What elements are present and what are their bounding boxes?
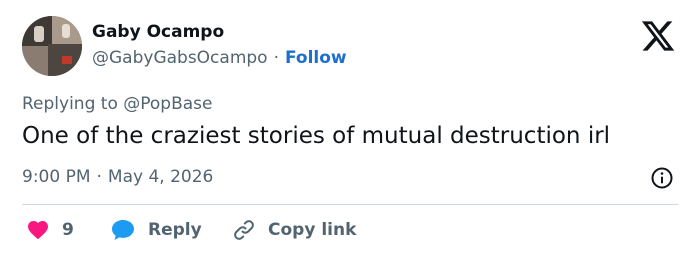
replying-to-line: Replying to @PopBase	[22, 94, 212, 114]
author-name[interactable]: Gaby Ocampo	[92, 22, 224, 42]
avatar-photo-tile	[34, 26, 44, 42]
x-logo-icon[interactable]	[640, 18, 676, 54]
copy-link-label: Copy link	[268, 220, 357, 240]
avatar[interactable]	[22, 16, 82, 76]
info-icon[interactable]	[650, 166, 674, 190]
separator-dot: ·	[96, 167, 102, 187]
reply-label: Reply	[148, 220, 202, 240]
avatar-photo-tile	[62, 56, 72, 64]
separator-dot: ·	[273, 48, 279, 68]
tweet-date: May 4, 2026	[107, 167, 214, 187]
like-count: 9	[62, 220, 74, 240]
tweet-time: 9:00 PM	[22, 167, 91, 187]
timestamp[interactable]: 9:00 PM · May 4, 2026	[22, 167, 213, 187]
tweet-text: One of the craziest stories of mutual de…	[22, 123, 611, 149]
action-bar: 9 Reply Copy link	[22, 214, 678, 246]
speech-bubble-icon	[112, 220, 134, 240]
author-handle-row: @GabyGabsOcampo · Follow	[92, 48, 347, 68]
heart-icon	[28, 221, 48, 240]
author-handle[interactable]: @GabyGabsOcampo	[92, 48, 268, 68]
replying-to-handle[interactable]: @PopBase	[123, 94, 212, 114]
copy-link-button[interactable]: Copy link	[232, 214, 356, 246]
tweet-embed-card: Gaby Ocampo @GabyGabsOcampo · Follow Reply…	[0, 0, 700, 256]
avatar-photo-tile	[22, 46, 48, 76]
like-button[interactable]: 9	[26, 214, 74, 246]
follow-button[interactable]: Follow	[285, 48, 347, 68]
avatar-photo-tile	[62, 24, 70, 38]
reply-button[interactable]: Reply	[110, 214, 202, 246]
divider	[22, 204, 678, 205]
replying-to-label: Replying to	[22, 94, 118, 114]
link-icon	[234, 220, 254, 240]
